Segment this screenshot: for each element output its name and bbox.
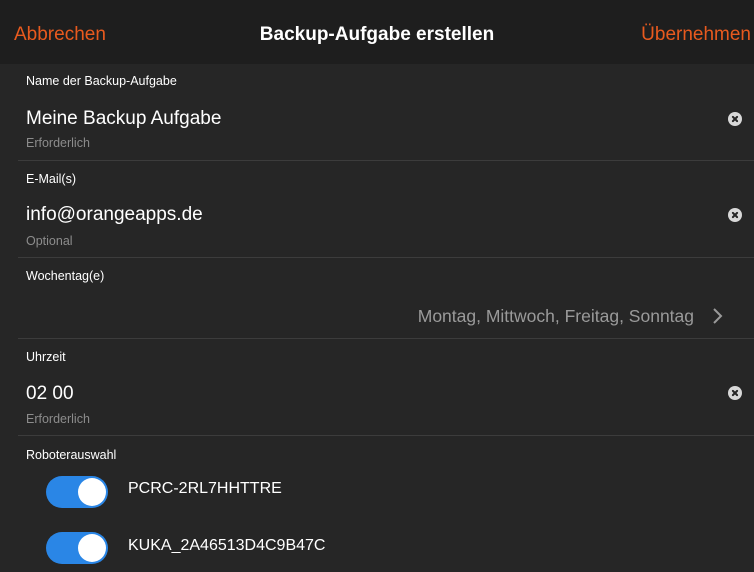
robot-name: KUKA_2A46513D4C9B47C	[128, 537, 326, 554]
toggle-knob	[78, 534, 106, 562]
name-clear-icon[interactable]	[728, 112, 742, 126]
weekdays-selector[interactable]: Montag, Mittwoch, Freitag, Sonntag	[0, 296, 754, 336]
email-input[interactable]: info@orangeapps.de	[26, 204, 203, 226]
time-input[interactable]: 02 00	[26, 383, 74, 405]
backup-task-form: Name der Backup-Aufgabe Meine Backup Auf…	[0, 64, 754, 572]
robot-toggle-kuka[interactable]	[46, 532, 108, 564]
email-hint: Optional	[26, 234, 73, 248]
robot-toggle-pcrc[interactable]	[46, 476, 108, 508]
robot-selection-section: Roboterauswahl PCRC-2RL7HHTTRE KUKA_2A46…	[0, 436, 754, 572]
robot-row: PCRC-2RL7HHTTRE	[0, 466, 754, 508]
robot-name: PCRC-2RL7HHTTRE	[128, 480, 282, 497]
name-input[interactable]: Meine Backup Aufgabe	[26, 108, 221, 130]
time-section: Uhrzeit 02 00 Erforderlich	[0, 339, 754, 435]
navigation-bar: Abbrechen Backup-Aufgabe erstellen Übern…	[0, 0, 754, 64]
name-label: Name der Backup-Aufgabe	[26, 74, 177, 88]
weekdays-value: Montag, Mittwoch, Freitag, Sonntag	[417, 306, 694, 326]
email-label: E-Mail(s)	[26, 172, 76, 186]
time-hint: Erforderlich	[26, 412, 90, 426]
name-section: Name der Backup-Aufgabe Meine Backup Auf…	[0, 64, 754, 160]
weekdays-section: Wochentag(e) Montag, Mittwoch, Freitag, …	[0, 258, 754, 338]
apply-button[interactable]: Übernehmen	[641, 24, 751, 46]
chevron-right-icon	[713, 308, 723, 324]
robot-row: KUKA_2A46513D4C9B47C	[0, 527, 754, 567]
robot-selection-label: Roboterauswahl	[26, 448, 117, 462]
time-clear-icon[interactable]	[728, 386, 742, 400]
email-section: E-Mail(s) info@orangeapps.de Optional	[0, 161, 754, 257]
weekdays-label: Wochentag(e)	[26, 269, 105, 283]
email-clear-icon[interactable]	[728, 208, 742, 222]
time-label: Uhrzeit	[26, 350, 66, 364]
toggle-knob	[78, 478, 106, 506]
name-hint: Erforderlich	[26, 136, 90, 150]
cancel-button[interactable]: Abbrechen	[14, 24, 106, 46]
